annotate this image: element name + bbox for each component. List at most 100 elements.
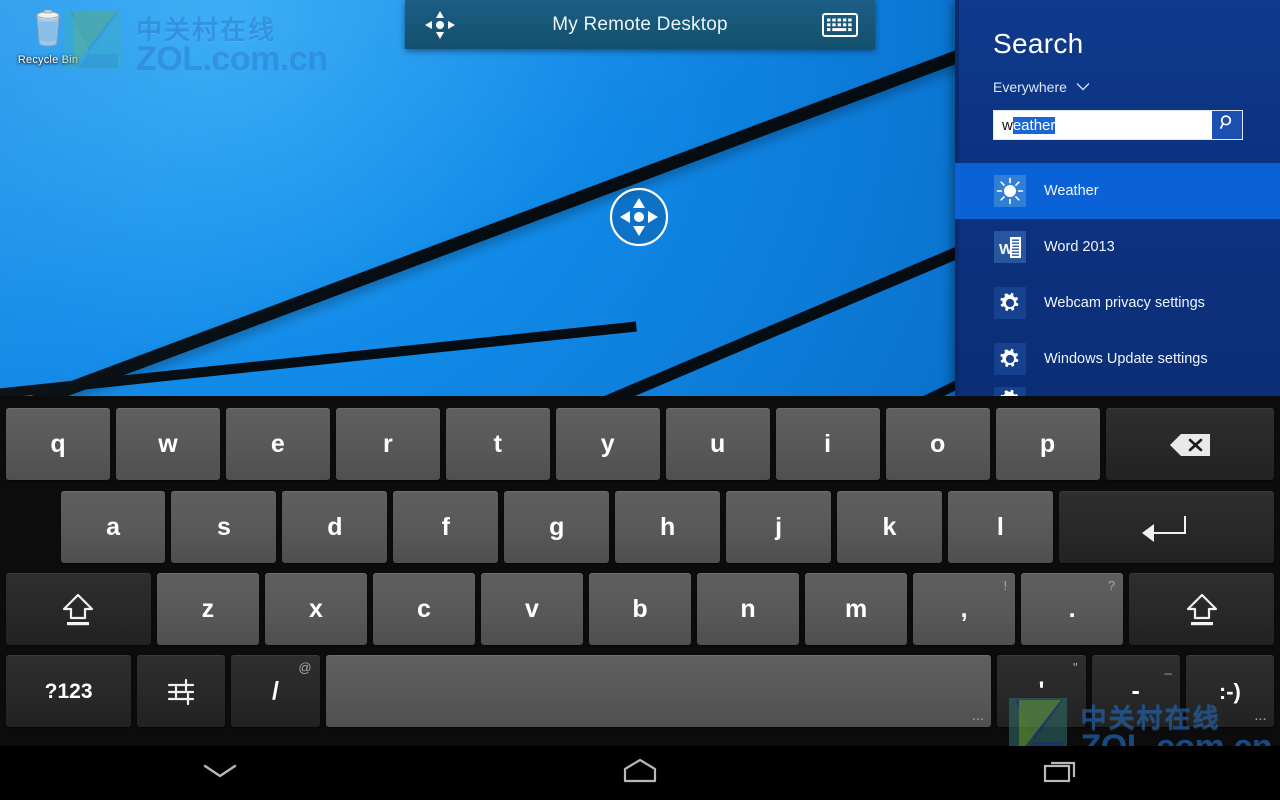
recycle-bin-icon <box>25 6 71 52</box>
key-f[interactable]: f <box>393 491 499 563</box>
keyboard-row-4: ?123 @ / ... " ' _ -:-) ... <box>0 650 1280 732</box>
key-p[interactable]: p <box>995 408 1100 480</box>
search-result-item[interactable] <box>955 387 1280 396</box>
key-label: z <box>201 595 215 623</box>
search-result-item[interactable]: Webcam privacy settings <box>955 275 1280 331</box>
key-j[interactable]: j <box>726 491 832 563</box>
key-h[interactable]: h <box>615 491 721 563</box>
key-label: p <box>1039 430 1056 458</box>
key-label: g <box>549 513 565 541</box>
key-sup-label: ? <box>1107 578 1116 593</box>
sliders-icon <box>165 676 197 708</box>
key-label: r <box>382 430 393 458</box>
keyboard-row-1: q w e r t y u i o p <box>0 402 1280 486</box>
key-label: y <box>600 430 615 458</box>
nav-hide-keyboard-button[interactable] <box>115 746 325 800</box>
key-emoji[interactable]: :-) ... <box>1185 655 1274 727</box>
key-sup-label: ! <box>1003 578 1008 593</box>
key-i[interactable]: i <box>775 408 880 480</box>
key-w[interactable]: w <box>115 408 220 480</box>
search-result-item[interactable]: Weather <box>955 163 1280 219</box>
key-label: q <box>50 430 66 458</box>
key-label: d <box>327 513 343 541</box>
wallpaper-streak <box>0 321 637 396</box>
android-navbar <box>0 746 1280 800</box>
search-results-list: Weather W Word 2013 Webcam privacy setti… <box>955 163 1280 396</box>
key-e[interactable]: e <box>225 408 330 480</box>
search-heading: Search <box>993 28 1084 59</box>
search-result-label: Word 2013 <box>1044 239 1115 255</box>
key-t[interactable]: t <box>445 408 550 480</box>
key-symbols[interactable]: ?123 <box>6 655 132 727</box>
key-v[interactable]: v <box>480 573 583 645</box>
hide-keyboard-chevron-icon <box>201 760 239 787</box>
keyboard-row-3: z x c v b n m ! , ? . <box>0 568 1280 650</box>
backspace-icon <box>1168 432 1212 458</box>
key-enter[interactable] <box>1058 491 1274 563</box>
key-comma[interactable]: ! , <box>913 573 1016 645</box>
key-n[interactable]: n <box>697 573 800 645</box>
key-k[interactable]: k <box>837 491 942 563</box>
key-slash[interactable]: @ / <box>231 655 320 727</box>
search-box[interactable]: w eather <box>993 110 1243 140</box>
key-z[interactable]: z <box>156 573 259 645</box>
key-label: j <box>775 513 783 541</box>
key-d[interactable]: d <box>282 491 388 563</box>
key-r[interactable]: r <box>335 408 440 480</box>
key-g[interactable]: g <box>504 491 610 563</box>
nav-recents-button[interactable] <box>955 746 1165 800</box>
key-l[interactable]: l <box>947 491 1053 563</box>
key-s[interactable]: s <box>171 491 277 563</box>
gear-icon <box>993 342 1027 376</box>
key-label: h <box>659 513 676 541</box>
key-x[interactable]: x <box>264 573 367 645</box>
key-q[interactable]: q <box>6 408 110 480</box>
key-b[interactable]: b <box>589 573 692 645</box>
key-a[interactable]: a <box>60 491 166 563</box>
key-space[interactable]: ... <box>325 655 992 727</box>
nav-home-button[interactable] <box>535 746 745 800</box>
key-m[interactable]: m <box>805 573 908 645</box>
key-dots-label: ... <box>1254 711 1267 723</box>
key-label: i <box>824 430 832 458</box>
key-label: t <box>493 430 502 458</box>
key-label: :-) <box>1218 678 1241 704</box>
search-submit-button[interactable] <box>1212 111 1242 139</box>
remote-desktop-viewport[interactable]: Recycle Bin 中关村在线 ZOL.com.cn Search Ever… <box>0 0 1280 396</box>
key-apostrophe[interactable]: " ' <box>997 655 1086 727</box>
key-y[interactable]: y <box>555 408 660 480</box>
key-label: - <box>1131 677 1140 705</box>
dpad-move-icon[interactable] <box>421 8 459 42</box>
key-label: , <box>960 595 968 623</box>
key-label: n <box>740 595 756 623</box>
search-result-label: Webcam privacy settings <box>1044 295 1205 311</box>
key-o[interactable]: o <box>885 408 990 480</box>
shift-icon <box>1181 591 1223 629</box>
key-dots-label: ... <box>972 711 985 723</box>
key-backspace[interactable] <box>1105 408 1274 480</box>
search-result-item[interactable]: W Word 2013 <box>955 219 1280 275</box>
key-label: s <box>216 513 231 541</box>
key-hyphen[interactable]: _ - <box>1091 655 1180 727</box>
key-input-settings[interactable] <box>137 655 226 727</box>
key-label: x <box>308 595 323 623</box>
search-result-item[interactable]: Windows Update settings <box>955 331 1280 387</box>
key-label: ' <box>1038 677 1045 705</box>
key-c[interactable]: c <box>372 573 475 645</box>
key-u[interactable]: u <box>665 408 770 480</box>
search-scope-dropdown[interactable]: Everywhere <box>993 78 1090 96</box>
key-shift-left[interactable] <box>6 573 151 645</box>
enter-icon <box>1138 512 1194 544</box>
keyboard-icon[interactable] <box>821 8 859 42</box>
key-label: w <box>158 430 178 458</box>
key-label: a <box>106 513 120 541</box>
desktop-icon-recycle-bin[interactable]: Recycle Bin <box>8 6 88 66</box>
keyboard-row-2: a s d f g h j k l <box>0 486 1280 568</box>
key-shift-right[interactable] <box>1129 573 1275 645</box>
dpad-move-icon[interactable] <box>608 186 670 248</box>
desktop-icon-label: Recycle Bin <box>17 54 79 66</box>
key-period[interactable]: ? . <box>1021 573 1124 645</box>
key-label: / <box>272 677 279 705</box>
search-input[interactable]: w eather <box>994 111 1212 139</box>
screen: Recycle Bin 中关村在线 ZOL.com.cn Search Ever… <box>0 0 1280 800</box>
